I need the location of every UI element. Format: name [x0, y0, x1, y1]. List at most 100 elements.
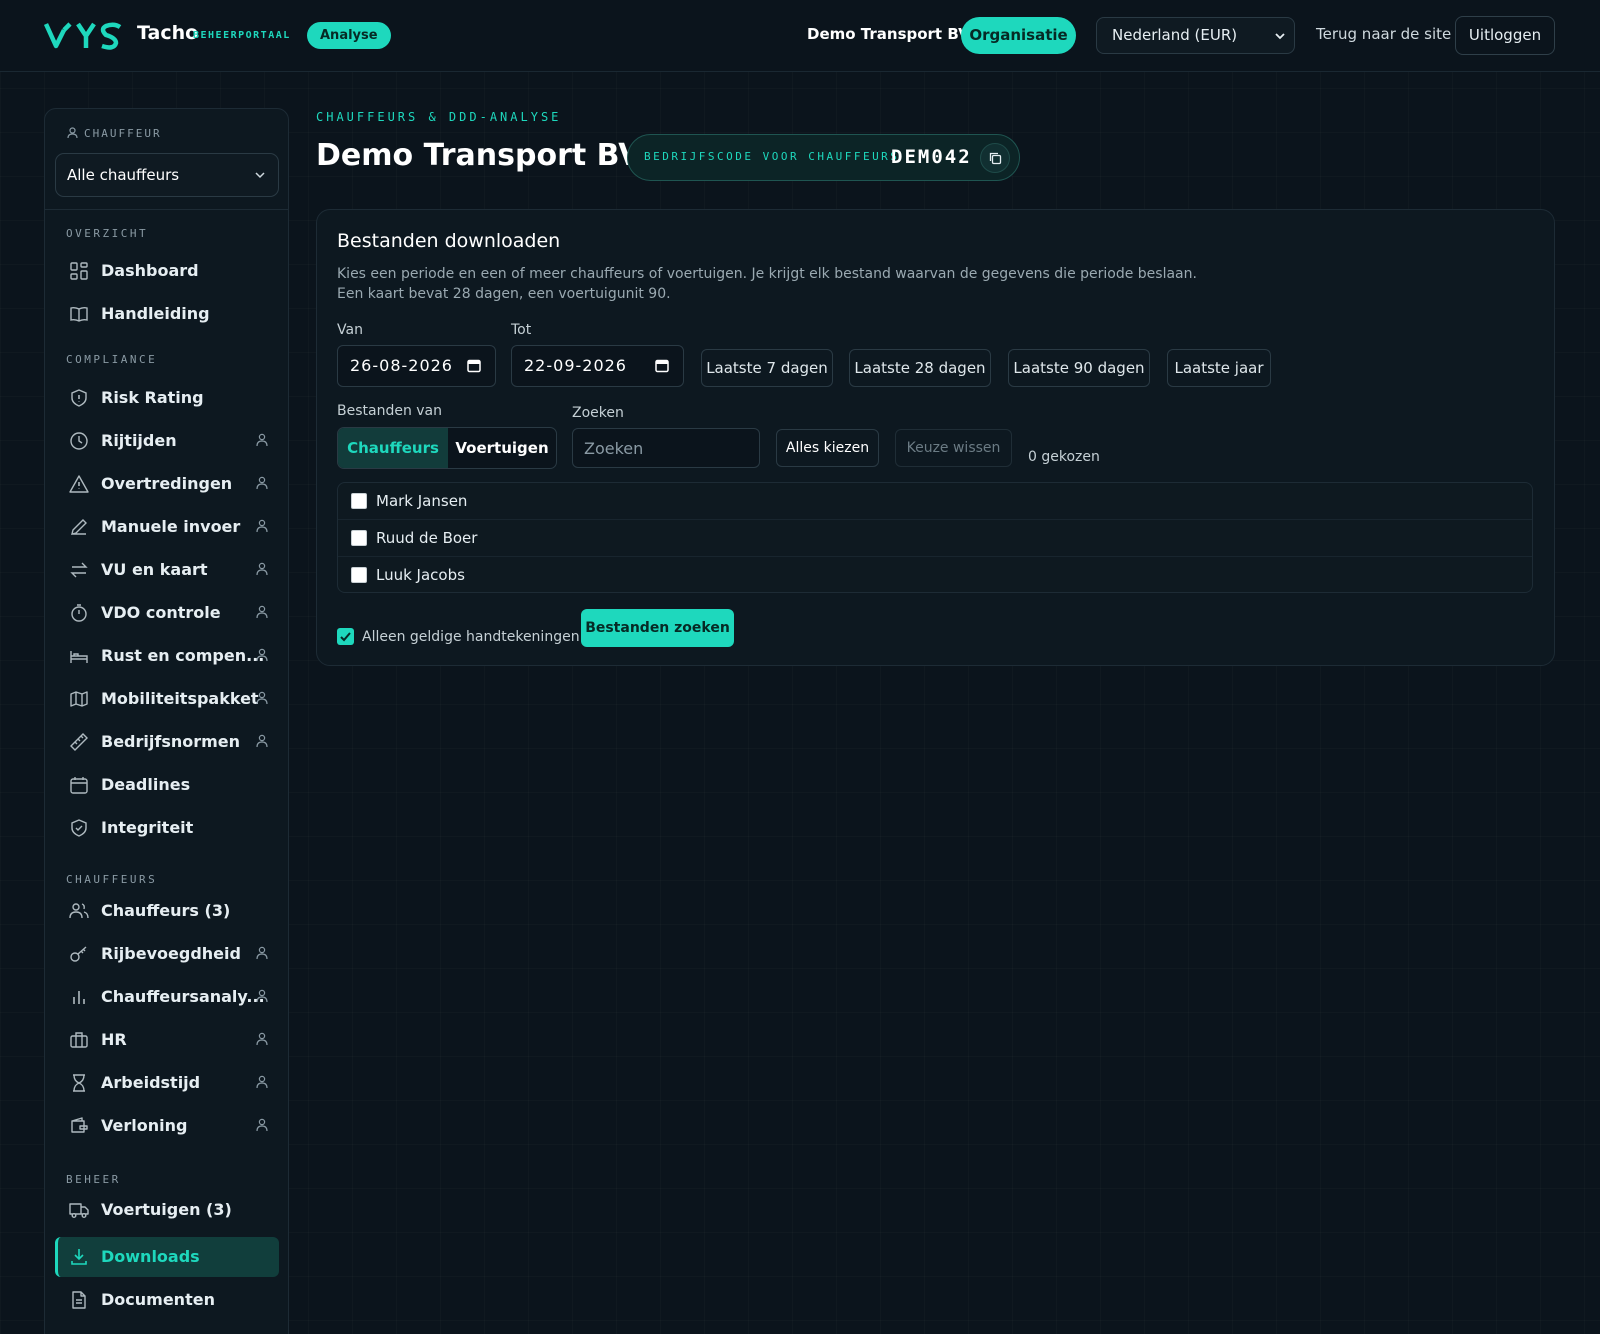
sidebar-item-label: Overtredingen: [101, 474, 233, 493]
sidebar-item-downloads[interactable]: Downloads: [55, 1237, 279, 1277]
logo-icon[interactable]: [44, 20, 128, 52]
sidebar-item-overtredingen[interactable]: Overtredingen: [55, 464, 279, 504]
sidebar-item-label: VDO controle: [101, 603, 221, 622]
chevron-down-icon: [1275, 33, 1285, 40]
clear-selection-button[interactable]: Keuze wissen: [895, 429, 1012, 467]
sidebar-divider: [45, 209, 288, 210]
sidebar-item-rust-en-compensatie[interactable]: Rust en compen...: [55, 636, 279, 676]
shield-check-icon: [71, 819, 87, 837]
selected-count: 0 gekozen: [1028, 449, 1100, 465]
driver-select-value: Alle chauffeurs: [67, 166, 180, 184]
sidebar-item-label: Verloning: [101, 1116, 188, 1135]
country-select[interactable]: Nederland (EUR): [1096, 17, 1295, 54]
sidebar-item-integriteit[interactable]: Integriteit: [55, 808, 279, 848]
user-icon: [256, 989, 268, 1003]
from-date-input[interactable]: 26-08-2026: [337, 345, 496, 387]
last-90-days-button[interactable]: Laatste 90 dagen: [1008, 349, 1150, 387]
bar-chart-icon: [73, 991, 85, 1004]
stopwatch-icon: [71, 604, 87, 622]
last-28-days-button[interactable]: Laatste 28 dagen: [849, 349, 991, 387]
mode-badge[interactable]: Analyse: [307, 22, 391, 49]
driver-select[interactable]: Alle chauffeurs: [55, 153, 279, 197]
pencil-icon: [71, 519, 87, 535]
sidebar-item-voertuigen[interactable]: Voertuigen (3): [55, 1190, 279, 1230]
to-date-input[interactable]: 22-09-2026: [511, 345, 684, 387]
sidebar-item-dashboard[interactable]: Dashboard: [55, 251, 279, 291]
sidebar-item-arbeidstijd[interactable]: Arbeidstijd: [55, 1063, 279, 1103]
tab-voertuigen[interactable]: Voertuigen: [448, 428, 556, 468]
sidebar-item-label: Rijbevoegdheid: [101, 944, 241, 963]
from-date-value: 26-08-2026: [350, 356, 453, 375]
driver-checkbox[interactable]: [351, 567, 367, 583]
driver-name: Mark Jansen: [376, 492, 468, 510]
user-icon: [256, 1075, 268, 1089]
sidebar-item-label: Risk Rating: [101, 388, 204, 407]
select-all-button[interactable]: Alles kiezen: [776, 429, 879, 467]
sidebar-item-chauffeurs[interactable]: Chauffeurs (3): [55, 891, 279, 931]
map-icon: [70, 691, 88, 707]
list-item[interactable]: Luuk Jacobs: [338, 557, 1532, 594]
sidebar-item-verloning[interactable]: Verloning: [55, 1106, 279, 1146]
last-year-button[interactable]: Laatste jaar: [1167, 349, 1271, 387]
list-item[interactable]: Ruud de Boer: [338, 520, 1532, 557]
sidebar-item-bedrijfsnormen[interactable]: Bedrijfsnormen: [55, 722, 279, 762]
user-icon: [256, 1118, 268, 1132]
page-title: Demo Transport BV: [316, 138, 642, 173]
sidebar-item-mobiliteitspakket[interactable]: Mobiliteitspakket: [55, 679, 279, 719]
sidebar-item-manuele-invoer[interactable]: Manuele invoer: [55, 507, 279, 547]
sidebar-item-rijtijden[interactable]: Rijtijden: [55, 421, 279, 461]
user-icon: [256, 433, 268, 447]
country-select-value: Nederland (EUR): [1112, 26, 1238, 44]
section-overzicht: OVERZICHT: [66, 227, 149, 240]
logout-button[interactable]: Uitloggen: [1455, 16, 1555, 55]
calendar-icon: [70, 777, 88, 794]
list-item[interactable]: Mark Jansen: [338, 483, 1532, 520]
files-from-label: Bestanden van: [337, 403, 443, 419]
sidebar-item-label: Mobiliteitspakket: [101, 689, 259, 708]
from-label: Van: [337, 322, 363, 338]
sidebar-item-rijbevoegdheid[interactable]: Rijbevoegdheid: [55, 934, 279, 974]
sidebar-item-label: Chauffeursanaly...: [101, 987, 265, 1006]
organisation-button[interactable]: Organisatie: [961, 17, 1076, 54]
sidebar-item-risk-rating[interactable]: Risk Rating: [55, 378, 279, 418]
tab-chauffeurs[interactable]: Chauffeurs: [338, 428, 448, 468]
sidebar-item-vu-en-kaart[interactable]: VU en kaart: [55, 550, 279, 590]
sidebar-item-label: Documenten: [101, 1290, 215, 1309]
calendar-icon[interactable]: [655, 358, 669, 373]
last-7-days-button[interactable]: Laatste 7 dagen: [701, 349, 833, 387]
back-to-site-link[interactable]: Terug naar de site: [1316, 25, 1451, 43]
sidebar-item-documenten[interactable]: Documenten: [55, 1280, 279, 1320]
user-icon: [256, 562, 268, 576]
user-icon: [256, 605, 268, 619]
user-icon: [256, 734, 268, 748]
driver-filter-label: CHAUFFEUR: [67, 127, 162, 140]
download-icon: [71, 1249, 87, 1265]
search-input[interactable]: [572, 428, 760, 468]
calendar-icon[interactable]: [467, 358, 481, 373]
driver-checkbox[interactable]: [351, 530, 367, 546]
sidebar-item-label: Voertuigen (3): [101, 1200, 232, 1219]
sidebar-item-label: Chauffeurs (3): [101, 901, 231, 920]
sidebar-item-label: VU en kaart: [101, 560, 208, 579]
download-files-card: Bestanden downloaden Kies een periode en…: [316, 209, 1555, 666]
search-label: Zoeken: [572, 405, 624, 421]
sidebar: CHAUFFEUR Alle chauffeurs OVERZICHT Dash…: [44, 108, 289, 1334]
sidebar-item-deadlines[interactable]: Deadlines: [55, 765, 279, 805]
search-files-button[interactable]: Bestanden zoeken: [581, 609, 734, 647]
sidebar-item-chauffeursanalyse[interactable]: Chauffeursanaly...: [55, 977, 279, 1017]
sidebar-item-vdo-controle[interactable]: VDO controle: [55, 593, 279, 633]
company-code-value: DEM042: [891, 146, 972, 168]
valid-signatures-checkbox[interactable]: [337, 628, 354, 645]
sidebar-item-handleiding[interactable]: Handleiding: [55, 294, 279, 334]
warning-icon: [69, 475, 89, 493]
document-icon: [72, 1291, 86, 1309]
sidebar-item-hr[interactable]: HR: [55, 1020, 279, 1060]
users-icon: [69, 903, 89, 919]
copy-code-button[interactable]: [980, 143, 1010, 173]
driver-checkbox[interactable]: [351, 493, 367, 509]
sidebar-item-label: Integriteit: [101, 818, 194, 837]
user-icon: [256, 519, 268, 533]
briefcase-icon: [70, 1032, 88, 1048]
breadcrumb: CHAUFFEURS & DDD-ANALYSE: [316, 110, 562, 124]
driver-list: Mark Jansen Ruud de Boer Luuk Jacobs: [337, 482, 1533, 593]
